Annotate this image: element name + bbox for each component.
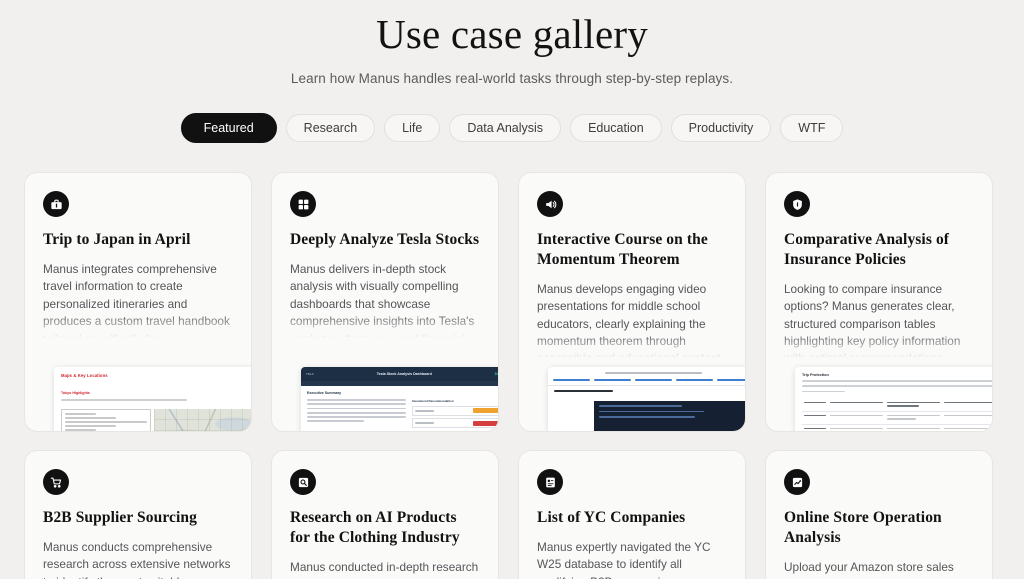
use-case-card[interactable]: List of YC Companies Manus expertly navi… bbox=[518, 450, 746, 579]
shield-icon bbox=[784, 191, 810, 217]
video-player-preview bbox=[594, 401, 745, 431]
megaphone-icon bbox=[537, 191, 563, 217]
thumbnail-section bbox=[554, 390, 614, 393]
thumbnail-section: Executive Summary bbox=[307, 391, 342, 395]
card-description: Manus expertly navigated the YC W25 data… bbox=[537, 540, 711, 579]
map-image bbox=[153, 409, 251, 431]
use-case-card[interactable]: B2B Supplier Sourcing Manus conducts com… bbox=[24, 450, 252, 579]
card-description: Manus integrates comprehensive travel in… bbox=[43, 262, 230, 337]
chart-grid-icon bbox=[290, 191, 316, 217]
card-thumbnail: Trip Protection bbox=[795, 367, 992, 431]
thumbnail-table-caption: Investment Recommendation bbox=[411, 399, 454, 403]
page-title: Use case gallery bbox=[376, 11, 648, 57]
thumbnail-text-block bbox=[307, 399, 406, 431]
thumbnail-heading: Tesla Stock Analysis Dashboard bbox=[376, 372, 432, 376]
card-description: Manus develops engaging video presentati… bbox=[537, 281, 724, 357]
card-title: Trip to Japan in April bbox=[43, 231, 191, 248]
use-case-card[interactable]: Deeply Analyze Tesla Stocks Manus delive… bbox=[271, 172, 499, 432]
tab-productivity[interactable]: Productivity bbox=[670, 114, 772, 143]
use-case-gallery-page: Use case gallery Learn how Manus handles… bbox=[0, 0, 1024, 579]
analytics-icon bbox=[784, 469, 810, 495]
card-description: Manus delivers in-depth stock analysis w… bbox=[290, 262, 475, 337]
card-description: Upload your Amazon store sales data and … bbox=[784, 559, 970, 579]
category-filter-tabs: Featured Research Life Data Analysis Edu… bbox=[0, 113, 1024, 144]
use-case-card[interactable]: Research on AI Products for the Clothing… bbox=[271, 450, 499, 579]
card-thumbnail bbox=[548, 367, 745, 431]
card-description: Manus conducts comprehensive research ac… bbox=[43, 540, 231, 579]
thumbnail-heading: Trip Protection bbox=[802, 373, 829, 377]
card-title: Research on AI Products for the Clothing… bbox=[290, 509, 460, 546]
card-description: Looking to compare insurance options? Ma… bbox=[784, 281, 961, 357]
thumbnail-price: $398.09 bbox=[494, 372, 499, 376]
tab-data-analysis[interactable]: Data Analysis bbox=[449, 114, 562, 143]
thumbnail-infobox bbox=[61, 409, 151, 431]
card-description: Manus conducted in-depth research on AI … bbox=[290, 559, 479, 579]
briefcase-icon bbox=[43, 191, 69, 217]
use-case-card[interactable]: Comparative Analysis of Insurance Polici… bbox=[765, 172, 993, 432]
page-subtitle: Learn how Manus handles real-world tasks… bbox=[290, 71, 734, 87]
card-title: Deeply Analyze Tesla Stocks bbox=[290, 231, 480, 248]
thumbnail-heading: Maps & Key Locations bbox=[61, 373, 108, 378]
card-title: Online Store Operation Analysis bbox=[784, 509, 942, 546]
tab-research[interactable]: Research bbox=[285, 114, 376, 143]
use-case-card[interactable]: Trip to Japan in April Manus integrates … bbox=[24, 172, 252, 432]
use-case-card[interactable]: Online Store Operation Analysis Upload y… bbox=[765, 450, 993, 579]
thumbnail-table: Investment Recommendation bbox=[411, 399, 498, 431]
use-case-card[interactable]: Interactive Course on the Momentum Theor… bbox=[518, 172, 746, 432]
use-case-card-grid: Trip to Japan in April Manus integrates … bbox=[24, 172, 993, 579]
shopping-cart-icon bbox=[43, 469, 69, 495]
tab-wtf[interactable]: WTF bbox=[780, 114, 844, 143]
card-thumbnail: TSLA Tesla Stock Analysis Dashboard $398… bbox=[301, 367, 499, 431]
search-document-icon bbox=[290, 469, 316, 495]
list-icon bbox=[537, 469, 563, 495]
thumbnail-brand: TSLA bbox=[306, 372, 314, 376]
card-title: Interactive Course on the Momentum Theor… bbox=[537, 231, 708, 268]
tab-life[interactable]: Life bbox=[384, 114, 441, 143]
card-title: Comparative Analysis of Insurance Polici… bbox=[784, 231, 950, 268]
thumbnail-subheading: Tokyo Highlights bbox=[61, 391, 90, 395]
thumbnail-nav bbox=[548, 374, 745, 387]
card-title: B2B Supplier Sourcing bbox=[43, 509, 197, 526]
card-title: List of YC Companies bbox=[537, 509, 686, 526]
tab-featured[interactable]: Featured bbox=[180, 113, 277, 144]
card-thumbnail: Maps & Key Locations Tokyo Highlights bbox=[54, 367, 251, 431]
tab-education[interactable]: Education bbox=[570, 114, 662, 143]
page-header: Use case gallery Learn how Manus handles… bbox=[0, 0, 1024, 86]
